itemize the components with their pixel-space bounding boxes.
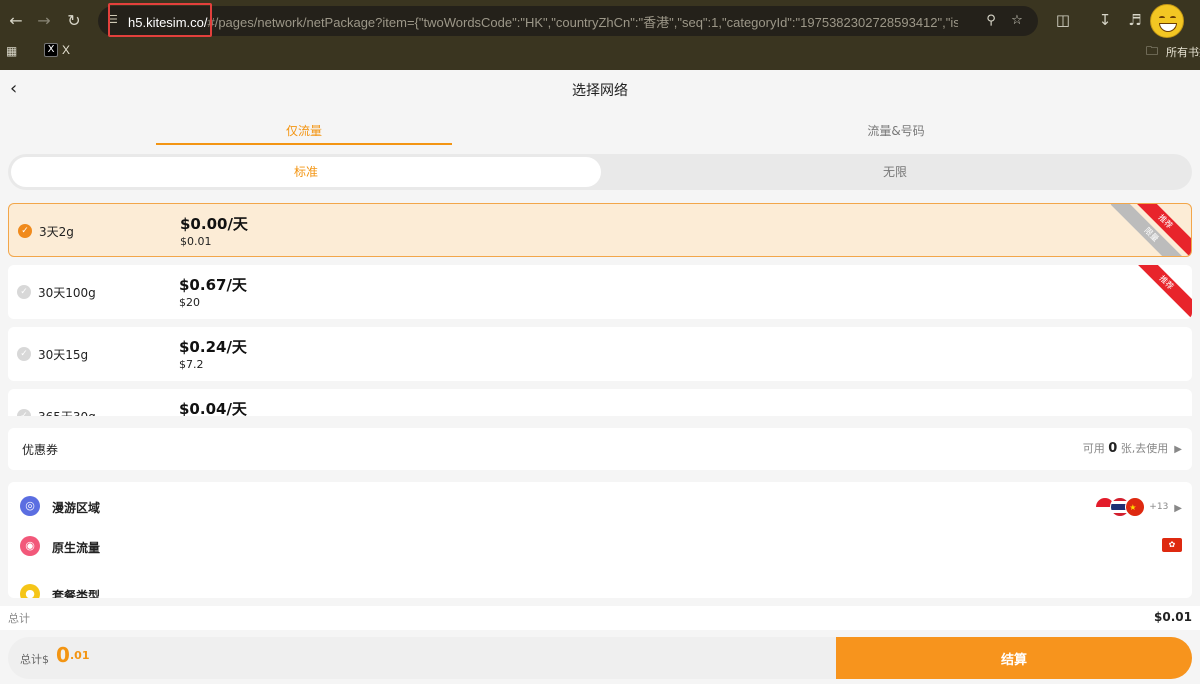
coupon-row[interactable]: 优惠券 可用 0 张,去使用 ▶ bbox=[8, 428, 1192, 470]
plan-total-price: $20 bbox=[179, 296, 200, 309]
detail-native-data: ◉ 原生流量 ✿ bbox=[8, 530, 1192, 564]
apps-grid-icon[interactable]: ▦ bbox=[6, 44, 20, 58]
bottom-total-decimal: .01 bbox=[70, 649, 90, 662]
x-logo-icon[interactable]: X bbox=[44, 43, 58, 57]
hong-kong-flag-icon: ✿ bbox=[1162, 538, 1182, 552]
total-row: 总计 $0.01 bbox=[0, 606, 1200, 630]
plan-daily-price: $0.67/天 bbox=[179, 276, 247, 294]
media-controls-icon[interactable]: ♬ bbox=[1124, 9, 1146, 31]
all-bookmarks[interactable]: 所有书签 bbox=[1166, 44, 1200, 60]
plan-daily-price: $0.04/天 bbox=[179, 400, 247, 416]
detail-roaming-region[interactable]: ◎ 漫游区域 ★ +13 ▶ bbox=[8, 490, 1192, 524]
page-title: 选择网络 bbox=[572, 83, 628, 99]
reload-icon[interactable]: ↻ bbox=[62, 8, 86, 32]
china-flag-icon: ★ bbox=[1125, 496, 1146, 517]
chevron-right-icon: ▶ bbox=[1174, 503, 1182, 514]
folder-icon[interactable]: 🗀 bbox=[1146, 44, 1158, 58]
plan-item[interactable]: ✓ 365天30g $0.04/天 bbox=[8, 389, 1192, 416]
tab-underline bbox=[156, 143, 452, 145]
detail-label: 套餐类型 bbox=[52, 589, 101, 598]
back-arrow-icon[interactable]: ← bbox=[4, 8, 28, 32]
package-icon: ● bbox=[20, 584, 40, 598]
plan-name: 30天100g bbox=[38, 286, 96, 300]
detail-package-type: ● 套餐类型 bbox=[8, 578, 1192, 598]
forward-arrow-icon[interactable]: → bbox=[32, 8, 56, 32]
plan-daily-price: $0.00/天 bbox=[180, 215, 248, 233]
avatar-mouth bbox=[1159, 23, 1177, 32]
plan-list: ✓ 3天2g $0.00/天 $0.01 限量 推荐 ✓ 30天100g $0.… bbox=[0, 203, 1200, 416]
coupon-count: 0 bbox=[1108, 441, 1118, 456]
radio-unchecked-icon[interactable]: ✓ bbox=[17, 409, 31, 416]
tab-data-and-number[interactable]: 流量&号码 bbox=[748, 122, 1044, 139]
plan-total-price: $0.01 bbox=[180, 235, 212, 248]
tab-data-only[interactable]: 仅流量 bbox=[156, 122, 452, 139]
browser-chrome: ← → ↻ ☰ h5.kitesim.co/#/pages/network/ne… bbox=[0, 0, 1200, 70]
bottom-total-int: 0 bbox=[56, 643, 70, 667]
password-key-icon[interactable]: ⚲ bbox=[982, 12, 1000, 30]
download-icon[interactable]: ↧ bbox=[1094, 9, 1116, 31]
url-path: #/pages/network/netPackage?item={"twoWor… bbox=[207, 15, 958, 30]
plan-total-price: $7.2 bbox=[179, 358, 204, 371]
address-bar[interactable]: ☰ h5.kitesim.co/#/pages/network/netPacka… bbox=[98, 6, 1038, 36]
plan-segment-control: 标准 无限 bbox=[8, 154, 1192, 190]
more-regions-count: +13 bbox=[1149, 501, 1169, 512]
plan-item[interactable]: ✓ 30天100g $0.67/天 $20 推荐 bbox=[8, 265, 1192, 319]
bookmark-x[interactable]: X bbox=[62, 43, 70, 57]
coupon-hint-prefix: 可用 bbox=[1082, 442, 1105, 455]
coupon-label: 优惠券 bbox=[22, 443, 59, 457]
globe-icon: ◎ bbox=[20, 496, 40, 516]
radio-checked-icon[interactable]: ✓ bbox=[18, 224, 32, 238]
segment-unlimited[interactable]: 无限 bbox=[601, 157, 1189, 187]
plan-name: 3天2g bbox=[39, 225, 74, 239]
plan-item[interactable]: ✓ 30天15g $0.24/天 $7.2 bbox=[8, 327, 1192, 381]
detail-label: 原生流量 bbox=[52, 541, 101, 555]
coupon-hint[interactable]: 可用 0 张,去使用 ▶ bbox=[1083, 440, 1182, 456]
extensions-icon[interactable]: ◫ bbox=[1052, 9, 1074, 31]
checkout-button[interactable]: 结算 bbox=[836, 637, 1192, 679]
radio-unchecked-icon[interactable]: ✓ bbox=[17, 347, 31, 361]
checkout-bar: 总计$ 0 .01 结算 bbox=[8, 637, 1192, 679]
region-flags[interactable]: ★ +13 ▶ bbox=[1095, 496, 1182, 518]
recommended-badge: 推荐 bbox=[1125, 265, 1192, 319]
segment-standard[interactable]: 标准 bbox=[11, 157, 601, 187]
coupon-hint-suffix: 张,去使用 bbox=[1120, 442, 1169, 455]
plan-daily-price: $0.24/天 bbox=[179, 338, 247, 356]
bookmark-star-icon[interactable]: ☆ bbox=[1008, 12, 1026, 30]
plan-name: 365天30g bbox=[38, 408, 96, 416]
avatar-eye bbox=[1159, 16, 1165, 20]
total-value: $0.01 bbox=[1154, 610, 1192, 624]
bottom-total-label: 总计$ bbox=[20, 653, 49, 666]
url-text[interactable]: h5.kitesim.co/#/pages/network/netPackage… bbox=[128, 12, 958, 30]
profile-avatar-icon[interactable] bbox=[1150, 4, 1184, 38]
chevron-right-icon: ▶ bbox=[1174, 444, 1182, 455]
plan-name: 30天15g bbox=[38, 348, 89, 362]
total-label: 总计 bbox=[8, 612, 30, 625]
signal-icon: ◉ bbox=[20, 536, 40, 556]
avatar-eye bbox=[1170, 16, 1176, 20]
app-page: ‹ 选择网络 仅流量 流量&号码 标准 无限 ✓ 3天2g $0.00/天 $0… bbox=[0, 70, 1200, 684]
radio-unchecked-icon[interactable]: ✓ bbox=[17, 285, 31, 299]
plan-item[interactable]: ✓ 3天2g $0.00/天 $0.01 限量 推荐 bbox=[8, 203, 1192, 257]
plan-details: ◎ 漫游区域 ★ +13 ▶ ◉ 原生流量 ✿ ● 套餐类型 bbox=[8, 482, 1192, 598]
detail-label: 漫游区域 bbox=[52, 501, 101, 515]
url-highlight-box bbox=[108, 3, 212, 37]
